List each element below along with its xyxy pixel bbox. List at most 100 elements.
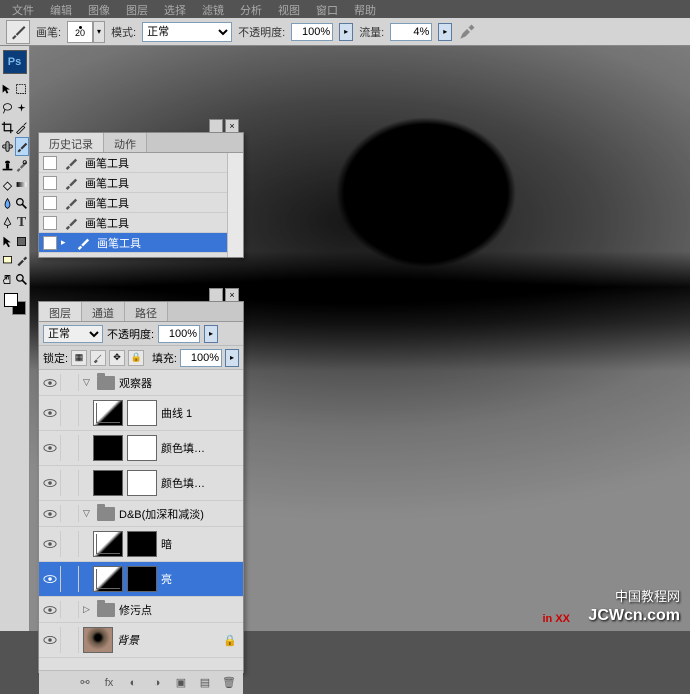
blur-tool[interactable] [1, 194, 15, 213]
tab-channels[interactable]: 通道 [82, 302, 125, 321]
airbrush-icon[interactable] [458, 23, 476, 41]
fill-arrow-button[interactable]: ▸ [225, 349, 239, 367]
history-brush-tool[interactable] [15, 156, 29, 175]
visibility-icon[interactable] [43, 605, 57, 615]
layer-row[interactable]: 曲线 1 [39, 396, 243, 431]
brush-dropdown-button[interactable]: ▾ [93, 21, 105, 43]
layers-panel: × 图层 通道 路径 正常 不透明度: ▸ 锁定: ▦ ✥ 🔒 填充: ▸ [38, 301, 244, 673]
visibility-icon[interactable] [43, 378, 57, 388]
history-item[interactable]: 画笔工具 [39, 173, 243, 193]
watermark-sub: 中国教程网 [615, 586, 680, 605]
layer-style-icon[interactable]: fx [101, 675, 117, 691]
layer-group[interactable]: ▽D&B(加深和减淡) [39, 501, 243, 527]
visibility-icon[interactable] [43, 443, 57, 453]
tool-preset-button[interactable] [6, 20, 30, 44]
layer-row[interactable]: 颜色填… [39, 431, 243, 466]
tab-layers[interactable]: 图层 [39, 302, 82, 321]
hand-tool[interactable] [1, 270, 15, 289]
dodge-tool[interactable] [15, 194, 29, 213]
brush-preview[interactable]: 20 [67, 21, 93, 43]
brush-icon [9, 23, 27, 41]
blend-mode-select[interactable]: 正常 [142, 22, 232, 42]
adjustment-layer-icon[interactable]: ◑ [149, 675, 165, 691]
new-layer-icon[interactable]: ▤ [197, 675, 213, 691]
lasso-tool[interactable] [1, 99, 15, 118]
lock-label: 锁定: [43, 350, 68, 366]
layer-blend-select[interactable]: 正常 [43, 325, 103, 343]
lock-icon: 🔒 [223, 634, 237, 647]
notes-tool[interactable] [1, 251, 15, 270]
history-scrollbar[interactable] [227, 153, 243, 257]
lock-position-icon[interactable]: ✥ [109, 350, 125, 366]
heal-tool[interactable] [1, 137, 15, 156]
gradient-tool[interactable] [15, 175, 29, 194]
history-item[interactable]: 画笔工具 [39, 193, 243, 213]
opacity-input[interactable] [291, 23, 333, 41]
opacity-arrow-button[interactable]: ▸ [204, 325, 218, 343]
shape-tool[interactable] [15, 232, 29, 251]
marquee-tool[interactable] [15, 80, 29, 99]
visibility-icon[interactable] [43, 635, 57, 645]
tab-paths[interactable]: 路径 [125, 302, 168, 321]
link-layers-icon[interactable]: ⚯ [77, 675, 93, 691]
panel-menu-button[interactable] [209, 119, 223, 133]
menu-window[interactable]: 窗口 [308, 0, 346, 18]
options-bar: 画笔: 20 ▾ 模式: 正常 不透明度: ▸ 流量: ▸ [0, 18, 690, 46]
layer-group[interactable]: ▽观察器 [39, 370, 243, 396]
type-tool[interactable]: T [15, 213, 29, 232]
layer-opacity-input[interactable] [158, 325, 200, 343]
layer-row[interactable]: 暗 [39, 527, 243, 562]
tab-actions[interactable]: 动作 [104, 133, 147, 152]
path-select-tool[interactable] [1, 232, 15, 251]
visibility-icon[interactable] [43, 574, 57, 584]
layer-mask-icon[interactable]: ◐ [125, 675, 141, 691]
stamp-tool[interactable] [1, 156, 15, 175]
menu-file[interactable]: 文件 [4, 0, 42, 18]
fill-input[interactable] [180, 349, 222, 367]
history-item[interactable]: ▸画笔工具 [39, 233, 243, 253]
slice-tool[interactable] [15, 118, 29, 137]
menu-view[interactable]: 视图 [270, 0, 308, 18]
wand-tool[interactable] [15, 99, 29, 118]
flow-arrow-button[interactable]: ▸ [438, 23, 452, 41]
zoom-tool[interactable] [15, 270, 29, 289]
menu-edit[interactable]: 编辑 [42, 0, 80, 18]
pen-tool[interactable] [1, 213, 15, 232]
color-swatches[interactable] [4, 293, 26, 315]
layer-row[interactable]: 亮 [39, 562, 243, 597]
layer-group[interactable]: ▷修污点 [39, 597, 243, 623]
layer-row[interactable]: 颜色填… [39, 466, 243, 501]
visibility-icon[interactable] [43, 509, 57, 519]
visibility-icon[interactable] [43, 408, 57, 418]
foreground-color-swatch[interactable] [4, 293, 18, 307]
watermark-main: JCWcn.com [588, 607, 680, 625]
lock-pixels-icon[interactable] [90, 350, 106, 366]
eraser-tool[interactable] [1, 175, 15, 194]
folder-icon [97, 376, 115, 390]
menu-image[interactable]: 图像 [80, 0, 118, 18]
opacity-arrow-button[interactable]: ▸ [339, 23, 353, 41]
visibility-icon[interactable] [43, 478, 57, 488]
lock-all-icon[interactable]: 🔒 [128, 350, 144, 366]
flow-input[interactable] [390, 23, 432, 41]
menu-help[interactable]: 帮助 [346, 0, 384, 18]
delete-layer-icon[interactable]: 🗑 [221, 675, 237, 691]
eyedropper-tool[interactable] [15, 251, 29, 270]
history-item[interactable]: 画笔工具 [39, 213, 243, 233]
crop-tool[interactable] [1, 118, 15, 137]
menu-filter[interactable]: 滤镜 [194, 0, 232, 18]
panel-menu-button[interactable] [209, 288, 223, 302]
visibility-icon[interactable] [43, 539, 57, 549]
move-tool[interactable] [1, 80, 15, 99]
menu-select[interactable]: 选择 [156, 0, 194, 18]
tab-history[interactable]: 历史记录 [39, 133, 104, 152]
brush-tool[interactable] [15, 137, 29, 156]
menu-layer[interactable]: 图层 [118, 0, 156, 18]
panel-close-button[interactable]: × [225, 288, 239, 302]
lock-transparency-icon[interactable]: ▦ [71, 350, 87, 366]
menu-analysis[interactable]: 分析 [232, 0, 270, 18]
new-group-icon[interactable]: ▣ [173, 675, 189, 691]
layer-row[interactable]: 背景🔒 [39, 623, 243, 658]
history-item[interactable]: 画笔工具 [39, 153, 243, 173]
panel-close-button[interactable]: × [225, 119, 239, 133]
